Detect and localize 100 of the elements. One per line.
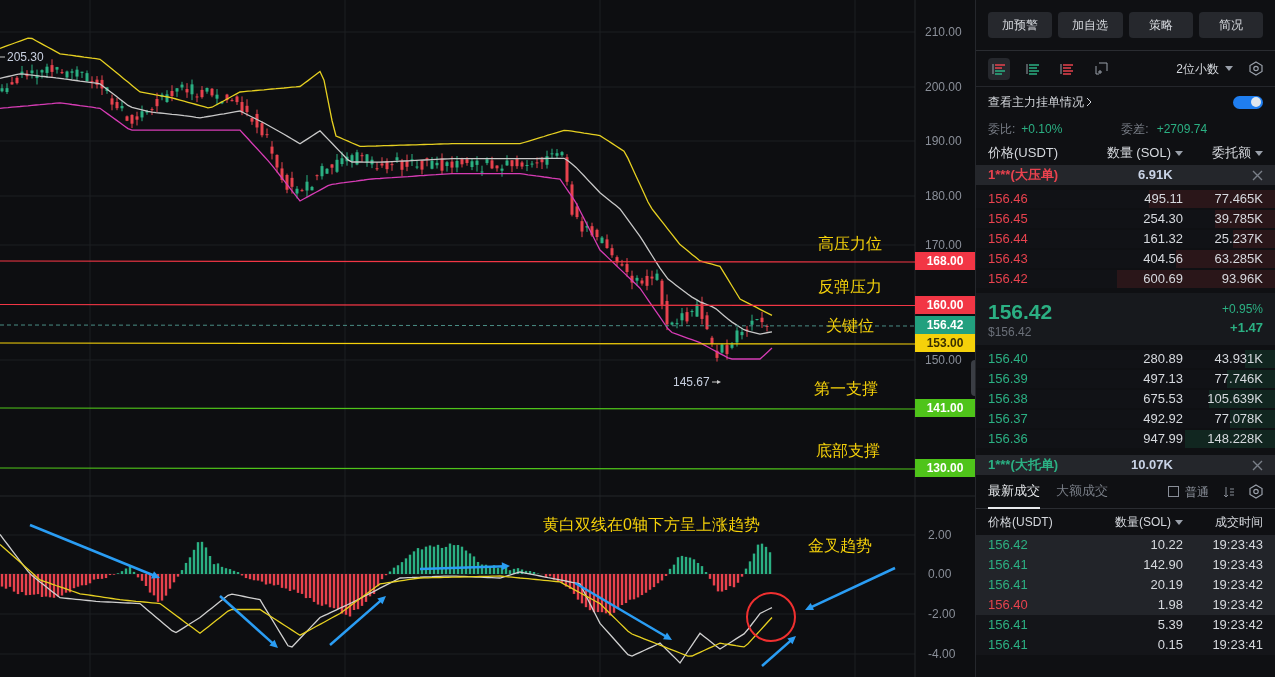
big-ask-amount: 6.91K — [1138, 166, 1173, 185]
checkbox[interactable] — [1168, 486, 1179, 497]
price-tag: 130.00 — [915, 459, 975, 477]
trade-price: 156.41 — [988, 616, 1029, 635]
column-header[interactable]: 数量 (SOL) — [1098, 143, 1183, 163]
action-button[interactable]: 加预警 — [988, 12, 1053, 38]
main-orders-link[interactable]: 查看主力挂单情况 — [988, 93, 1084, 111]
order-price: 156.45 — [988, 210, 1029, 229]
order-quantity: 254.30 — [1142, 210, 1183, 229]
trade-price: 156.41 — [988, 556, 1029, 575]
change-amount: +1.47 — [1230, 319, 1263, 338]
order-quantity: 675.53 — [1142, 390, 1183, 409]
axis-label: 180.00 — [925, 189, 962, 203]
bids-list-icon — [1026, 62, 1040, 75]
order-quantity: 404.56 — [1142, 250, 1183, 269]
order-quantity: 280.89 — [1142, 350, 1183, 369]
action-button[interactable]: 策略 — [1128, 12, 1193, 38]
arrow — [219, 595, 278, 648]
level-annotation: 高压力位 — [818, 234, 882, 254]
sort-icon[interactable] — [1223, 485, 1235, 498]
order-total: 39.785K — [1213, 210, 1263, 229]
axis-label: 0.00 — [928, 567, 952, 581]
collapse-handle[interactable] — [971, 360, 975, 396]
action-button[interactable]: 加自选 — [1058, 12, 1123, 38]
level-annotation: 反弹压力 — [818, 277, 882, 297]
trade-price: 156.40 — [988, 596, 1029, 615]
axis-label: -2.00 — [928, 607, 956, 621]
order-price: 156.46 — [988, 190, 1029, 209]
diff-value: +2709.74 — [1156, 121, 1208, 138]
trades-tab[interactable]: 最新成交 — [988, 474, 1040, 509]
order-quantity: 600.69 — [1142, 270, 1183, 289]
trade-time: 19:23:42 — [1211, 596, 1263, 615]
column-header[interactable]: 委托额 — [1183, 143, 1263, 163]
trade-quantity: 20.19 — [1149, 576, 1183, 595]
action-button[interactable]: 简况 — [1198, 12, 1263, 38]
asks-list-icon — [1060, 62, 1074, 75]
trade-time: 19:23:42 — [1211, 576, 1263, 595]
column-header: 价格(USDT) — [988, 514, 1054, 531]
order-price: 156.40 — [988, 350, 1029, 369]
ratio-label: 委比: — [988, 121, 1016, 138]
trade-quantity: 5.39 — [1156, 616, 1183, 635]
settings-icon[interactable] — [1249, 484, 1263, 499]
caret-icon — [1175, 519, 1183, 525]
low-price-label: 145.67 — [673, 374, 710, 390]
chevron-icon — [1086, 97, 1093, 107]
order-price: 156.38 — [988, 390, 1029, 409]
column-header[interactable]: 数量(SOL) — [1098, 513, 1183, 531]
big-bid-label: 1***(大托单) — [988, 456, 1060, 475]
order-price: 156.36 — [988, 430, 1029, 449]
axis-label: 190.00 — [925, 134, 962, 148]
axis-label: 170.00 — [925, 238, 962, 252]
order-quantity: 161.32 — [1142, 230, 1183, 249]
change-percent: +0.95% — [1221, 301, 1263, 319]
view-mode-button[interactable] — [988, 57, 1010, 80]
caret-icon — [1225, 66, 1233, 71]
trade-quantity: 0.15 — [1156, 636, 1183, 655]
trade-quantity: 142.90 — [1142, 556, 1183, 575]
level-annotation: 底部支撑 — [816, 441, 880, 461]
toggle-switch[interactable] — [1233, 95, 1263, 109]
big-bid-amount: 10.07K — [1131, 456, 1173, 475]
trade-time: 19:23:43 — [1211, 536, 1263, 555]
level-annotation: 第一支撑 — [814, 379, 878, 399]
arrow — [329, 596, 386, 646]
column-header: 价格(USDT) — [988, 144, 1060, 163]
axis-label: -4.00 — [928, 647, 956, 661]
order-total: 93.96K — [1220, 270, 1263, 289]
trade-time: 19:23:42 — [1211, 616, 1263, 635]
level-annotation: 关键位 — [826, 316, 874, 336]
order-total: 77.465K — [1213, 190, 1263, 209]
axis-label: 150.00 — [925, 353, 962, 367]
price-tag: 141.00 — [915, 399, 975, 417]
order-price: 156.42 — [988, 270, 1029, 289]
trend-annotation: 金叉趋势 — [808, 536, 872, 556]
order-price: 156.39 — [988, 370, 1029, 389]
close-icon[interactable] — [1252, 169, 1263, 181]
mid-price: 156.42 — [988, 299, 1053, 325]
caret-icon — [1175, 150, 1183, 156]
caret-icon — [1255, 150, 1263, 156]
trades-tab[interactable]: 大额成交 — [1056, 474, 1108, 509]
axis-label: 200.00 — [925, 80, 962, 94]
order-price: 156.37 — [988, 410, 1029, 429]
order-total: 25.237K — [1213, 230, 1263, 249]
order-quantity: 947.99 — [1142, 430, 1183, 449]
close-icon[interactable] — [1252, 459, 1263, 471]
order-quantity: 497.13 — [1142, 370, 1183, 389]
decimals-dropdown[interactable]: 2位小数 — [1176, 59, 1233, 78]
axis-label: 2.00 — [928, 528, 952, 542]
arrow — [761, 636, 796, 667]
price-tag: 168.00 — [915, 252, 975, 270]
trade-time: 19:23:43 — [1211, 556, 1263, 575]
frame-plus-icon — [1094, 62, 1108, 75]
order-price: 156.44 — [988, 230, 1029, 249]
axis-label: 210.00 — [925, 25, 962, 39]
order-price: 156.43 — [988, 250, 1029, 269]
order-quantity: 492.92 — [1142, 410, 1183, 429]
settings-icon[interactable] — [1249, 61, 1263, 76]
trade-quantity: 1.98 — [1156, 596, 1183, 615]
order-total: 148.228K — [1206, 430, 1263, 449]
last-price-tag: 156.42 — [915, 316, 975, 334]
trade-price: 156.42 — [988, 536, 1029, 555]
